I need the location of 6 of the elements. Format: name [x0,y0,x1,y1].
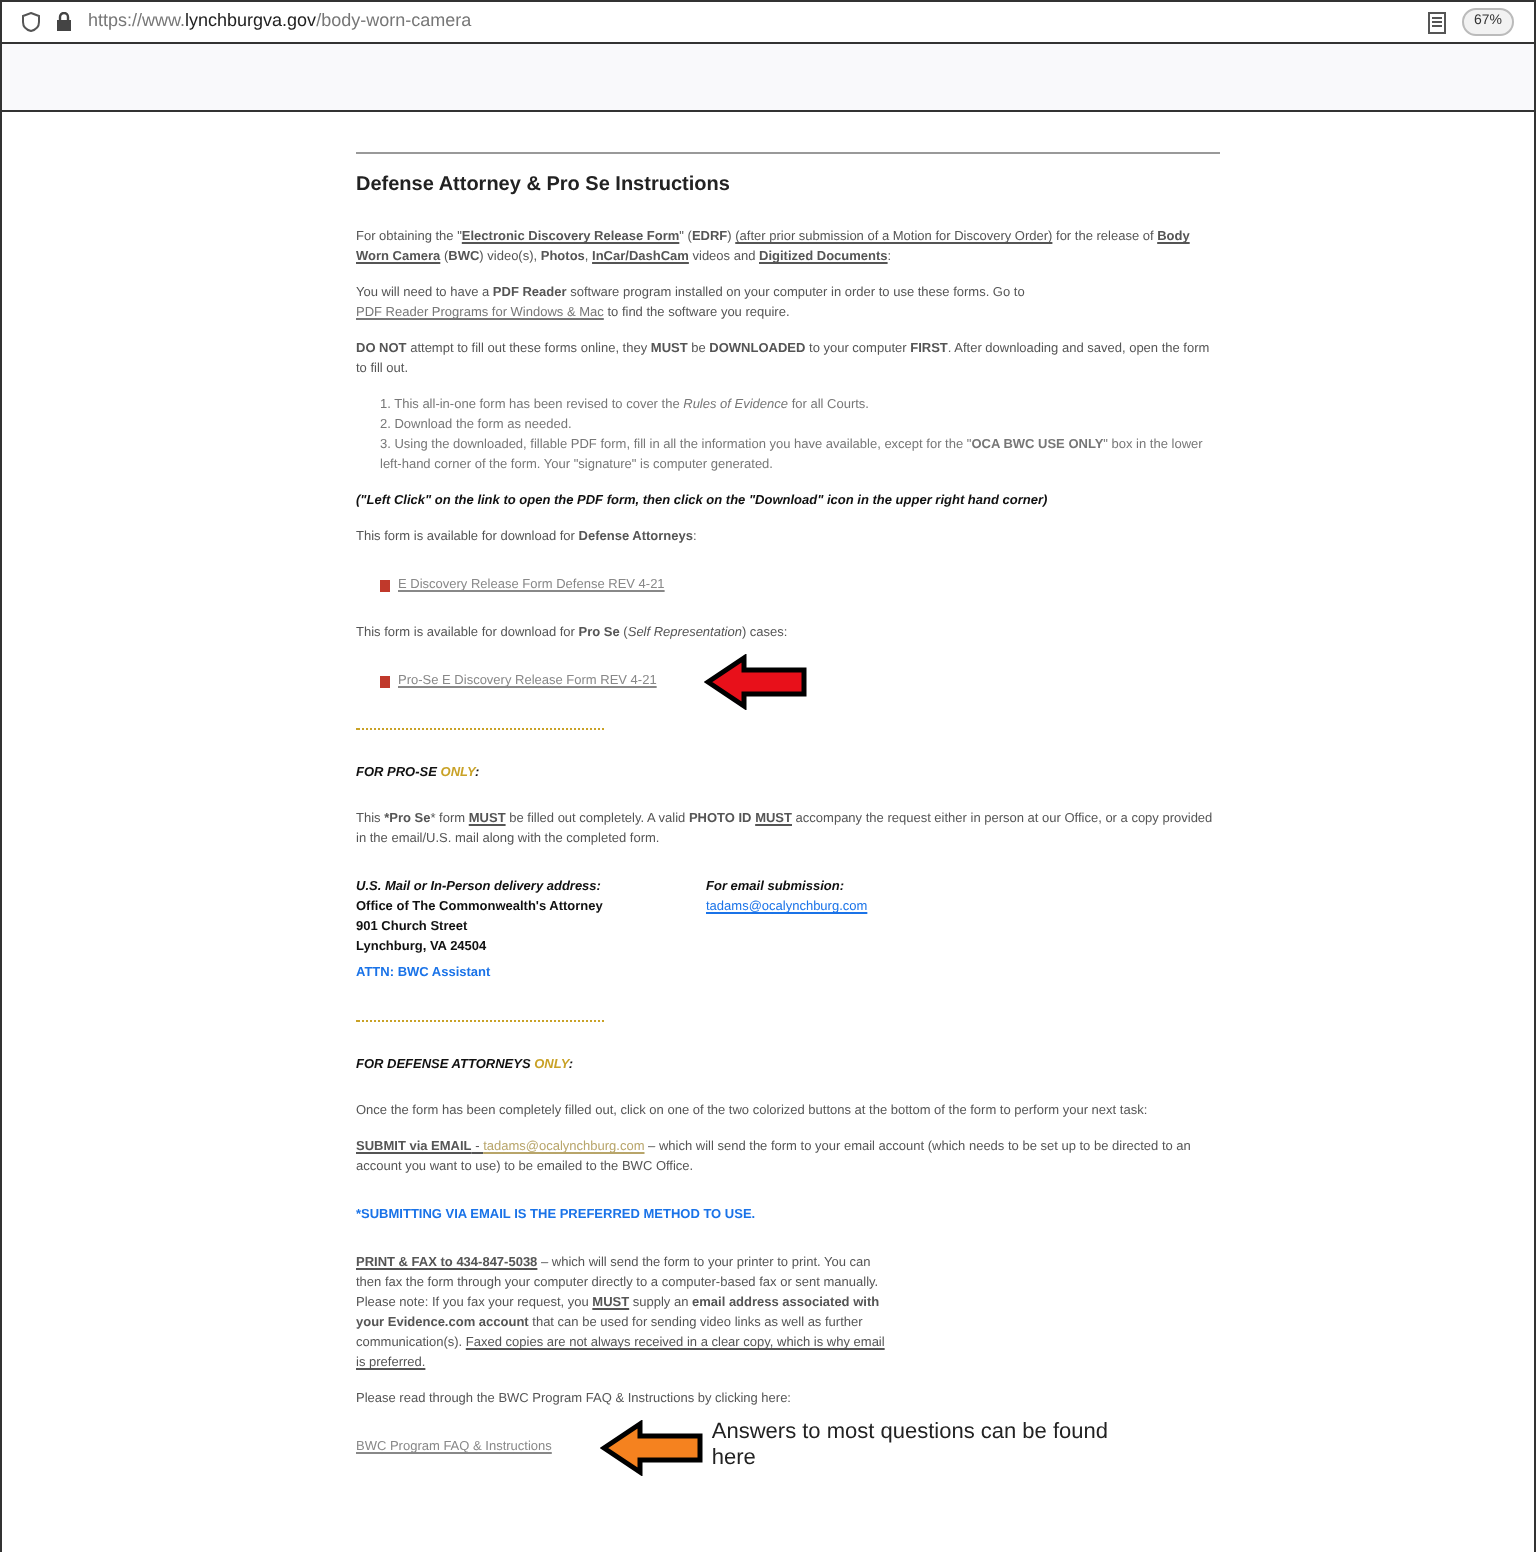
callout-caption: Answers to most questions can be found here [711,1420,1111,1472]
lock-icon [56,12,72,32]
shield-icon [22,12,40,32]
page-heading: Defense Attorney & Pro Se Instructions [356,172,732,200]
url-text[interactable]: https://www.lynchburgva.gov/body-worn-camera [88,8,1412,36]
reader-view-icon[interactable] [1427,11,1446,33]
